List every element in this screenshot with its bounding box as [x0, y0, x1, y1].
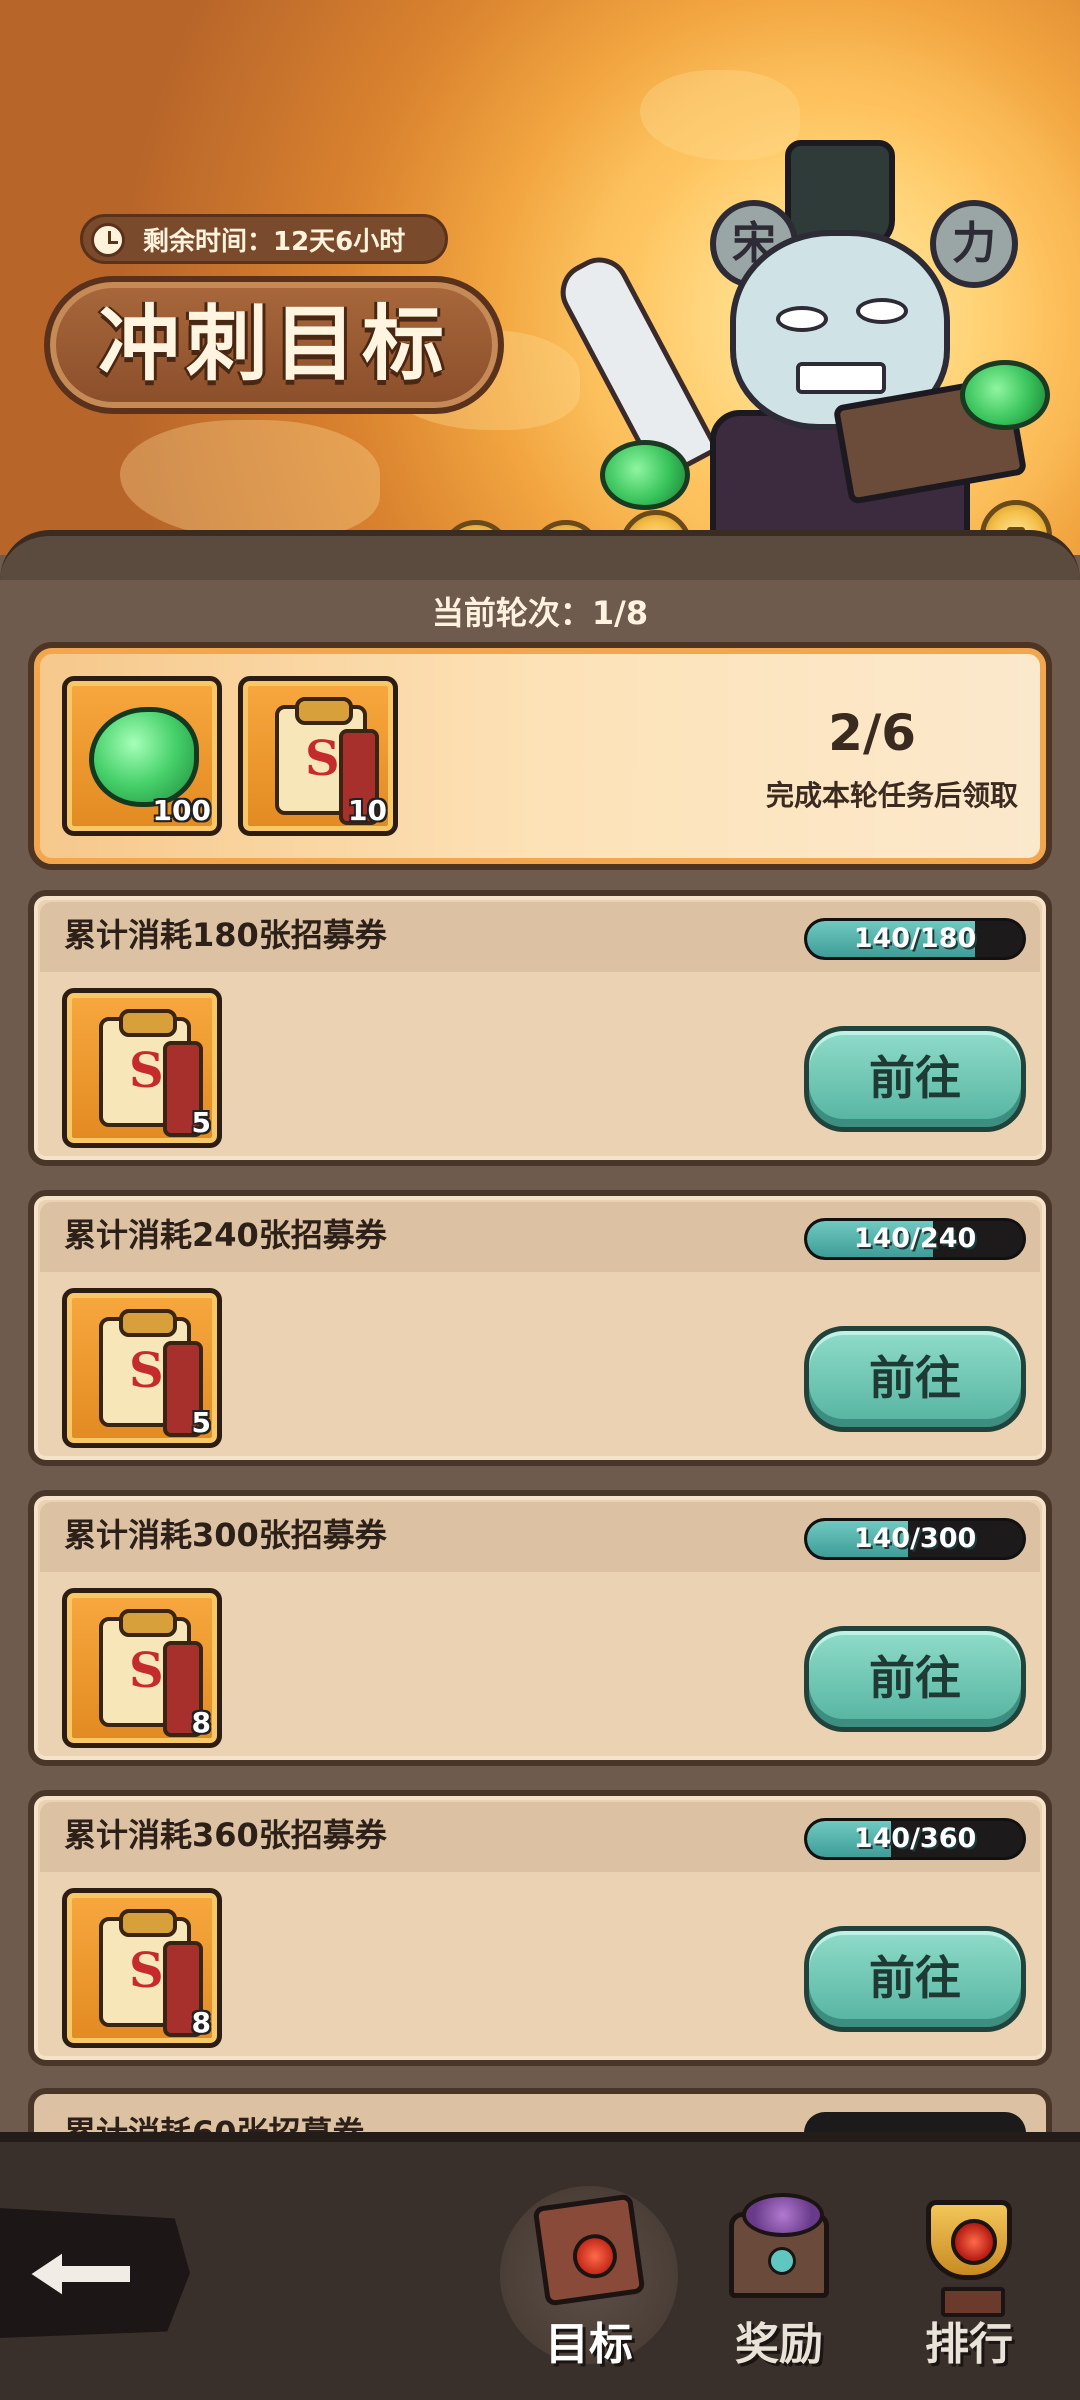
event-banner: 宋 力 剩余时间：12天6小时 冲刺目标 [0, 0, 1080, 580]
progress-text: 140/240 [853, 1223, 977, 1254]
character-ear-right: 力 [930, 200, 1018, 288]
jade-icon [89, 707, 199, 807]
item-count: 5 [191, 1406, 211, 1439]
hero-character-illustration: 宋 力 [440, 120, 1080, 580]
task-reward-item[interactable]: 5 [62, 1288, 222, 1448]
round-progress: 2/6 [828, 704, 916, 762]
task-card: 累计消耗240张招募券 140/240 5 前往 [28, 1190, 1052, 1466]
progress-text: 140/300 [853, 1523, 977, 1554]
character-eye [776, 306, 828, 332]
task-progress-bar: 140/360 [804, 1818, 1026, 1860]
character-eye [856, 298, 908, 324]
jade-pile-icon [960, 360, 1050, 430]
task-title: 累计消耗300张招募券 [64, 1516, 387, 1554]
go-button[interactable]: 前往 [804, 1326, 1026, 1432]
trophy-icon [926, 2200, 1012, 2317]
event-title: 冲刺目标 [97, 297, 450, 392]
task-title: 累计消耗240张招募券 [64, 1216, 387, 1254]
claim-hint: 完成本轮任务后领取 [765, 779, 1018, 812]
tab-label: 排行 [925, 2319, 1013, 2370]
tab-rewards[interactable]: 奖励 [694, 2190, 864, 2380]
back-arrow-icon [24, 2246, 134, 2302]
round-reward-box[interactable]: 100 10 2/6 完成本轮任务后领取 [28, 642, 1052, 870]
tab-label: 奖励 [735, 2319, 823, 2370]
tab-label: 目标 [545, 2319, 633, 2370]
task-progress-bar: 140/240 [804, 1218, 1026, 1260]
item-count: 8 [191, 1706, 211, 1739]
task-card: 累计消耗300张招募券 140/300 8 前往 [28, 1490, 1052, 1766]
task-reward-item[interactable]: 8 [62, 1588, 222, 1748]
task-progress-bar [804, 2112, 1026, 2132]
task-title: 累计消耗180张招募券 [64, 916, 387, 954]
go-button[interactable]: 前往 [804, 1926, 1026, 2032]
item-count: 8 [191, 2006, 211, 2039]
clock-icon [91, 223, 125, 257]
item-count: 10 [348, 794, 387, 827]
item-count: 100 [152, 794, 211, 827]
current-round-label: 当前轮次：1/8 [431, 594, 649, 632]
jade-pile-icon [600, 440, 690, 510]
go-button[interactable]: 前往 [804, 1626, 1026, 1732]
task-title: 累计消耗360张招募券 [64, 1816, 387, 1854]
task-reward-item[interactable]: 5 [62, 988, 222, 1148]
progress-text: 140/180 [853, 923, 977, 954]
event-title-plaque: 冲刺目标 [44, 276, 504, 414]
item-count: 5 [191, 1106, 211, 1139]
task-card-partial: 累计消耗60张招募券 [28, 2088, 1052, 2132]
tab-ranking[interactable]: 排行 [884, 2190, 1054, 2380]
task-progress-bar: 140/300 [804, 1518, 1026, 1560]
reward-item-jade[interactable]: 100 [62, 676, 222, 836]
tab-goal[interactable]: 目标 [500, 2186, 678, 2380]
task-card: 累计消耗360张招募券 140/360 8 前往 [28, 1790, 1052, 2066]
progress-text: 140/360 [853, 1823, 977, 1854]
task-card: 累计消耗180张招募券 140/180 5 前往 [28, 890, 1052, 1166]
reward-item-recruit-scroll[interactable]: 10 [238, 676, 398, 836]
task-title: 累计消耗60张招募券 [64, 2108, 365, 2132]
panel-top-edge [0, 530, 1080, 580]
chest-icon [729, 2193, 829, 2298]
task-reward-item[interactable]: 8 [62, 1888, 222, 2048]
banner-flame-decor [120, 420, 380, 540]
character-mouth [796, 362, 886, 394]
task-progress-bar: 140/180 [804, 918, 1026, 960]
remaining-time-badge: 剩余时间：12天6小时 [80, 214, 449, 264]
remaining-time-text: 剩余时间：12天6小时 [143, 227, 406, 257]
go-button[interactable]: 前往 [804, 1026, 1026, 1132]
book-icon [532, 2193, 646, 2307]
